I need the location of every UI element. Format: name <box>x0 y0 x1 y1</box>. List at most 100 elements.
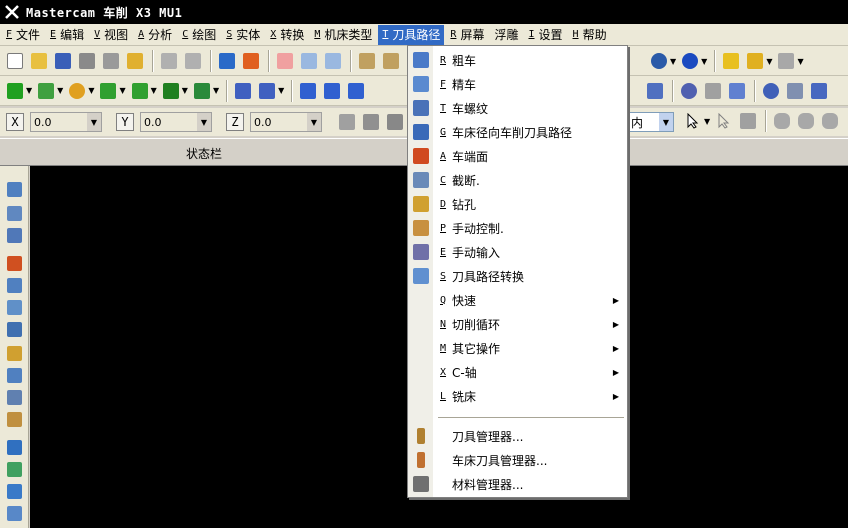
chevron-down-icon[interactable]: ▼ <box>87 113 101 131</box>
menu-item-rough[interactable]: R 粗车 <box>408 48 627 72</box>
dropdown-arrow-icon[interactable]: ▼ <box>278 86 284 95</box>
x-coordinate-field[interactable]: 0.0 ▼ <box>30 112 102 132</box>
break-button[interactable] <box>256 80 278 102</box>
create-rectangle-button[interactable] <box>97 80 119 102</box>
menu-item-lathe-tool-manager[interactable]: 车床刀具管理器... <box>408 448 627 472</box>
menu-item-c-axis[interactable]: X C-轴 ▶ <box>408 360 627 384</box>
zoom-window-button[interactable] <box>298 50 320 72</box>
xform-scale-button[interactable] <box>644 80 666 102</box>
dropdown-arrow-icon[interactable]: ▼ <box>57 86 63 95</box>
menu-item-mill[interactable]: L 铣床 ▶ <box>408 384 627 408</box>
x-axis-button[interactable]: X <box>6 113 24 131</box>
create-chamfer-button[interactable] <box>160 80 182 102</box>
menu-settings[interactable]: I 设置 <box>524 25 566 45</box>
dropdown-arrow-icon[interactable]: ▼ <box>701 57 707 66</box>
menu-item-quick[interactable]: Q 快速 ▶ <box>408 288 627 312</box>
attributes-button[interactable] <box>744 50 766 72</box>
select-body-button[interactable] <box>819 110 841 132</box>
lathe-drill-button[interactable] <box>5 344 23 362</box>
cut-button[interactable] <box>100 50 122 72</box>
dropdown-arrow-icon[interactable]: ▼ <box>704 117 710 126</box>
dropdown-arrow-icon[interactable]: ▼ <box>797 57 803 66</box>
wireframe-button[interactable] <box>648 50 670 72</box>
menu-item-thread[interactable]: T 车螺纹 <box>408 96 627 120</box>
menu-item-drill[interactable]: D 钻孔 <box>408 192 627 216</box>
shaded-button[interactable] <box>679 50 701 72</box>
y-axis-button[interactable]: Y <box>116 113 134 131</box>
measure-button[interactable] <box>720 50 742 72</box>
trim-button[interactable] <box>232 80 254 102</box>
menu-help[interactable]: H 帮助 <box>569 25 611 45</box>
menu-edit[interactable]: E 编辑 <box>46 25 88 45</box>
lathe-contour-button[interactable] <box>5 276 23 294</box>
menu-item-cutoff[interactable]: C 截断. <box>408 168 627 192</box>
lock-button[interactable] <box>360 111 382 133</box>
chevron-down-icon[interactable]: ▼ <box>659 113 673 131</box>
redo-button[interactable] <box>182 50 204 72</box>
menu-item-canned-cycles[interactable]: N 切削循环 ▶ <box>408 312 627 336</box>
lathe-finish-button[interactable] <box>5 204 23 222</box>
dropdown-arrow-icon[interactable]: ▼ <box>88 86 94 95</box>
dropdown-arrow-icon[interactable]: ▼ <box>213 86 219 95</box>
xform-translate-button[interactable] <box>297 80 319 102</box>
unzoom-button[interactable] <box>380 50 402 72</box>
dropdown-arrow-icon[interactable]: ▼ <box>26 86 32 95</box>
lathe-manual-button[interactable] <box>5 410 23 428</box>
menu-machine-type[interactable]: M 机床类型 <box>310 25 376 45</box>
solid-shell-button[interactable] <box>784 80 806 102</box>
post-button[interactable] <box>5 482 23 500</box>
misc-tool-button[interactable] <box>775 50 797 72</box>
open-file-button[interactable] <box>28 50 50 72</box>
menu-item-material-manager[interactable]: 材料管理器... <box>408 472 627 496</box>
fit-button[interactable] <box>274 50 296 72</box>
pan-button[interactable] <box>216 50 238 72</box>
menu-item-face[interactable]: A 车端面 <box>408 144 627 168</box>
xform-mirror-button[interactable] <box>321 80 343 102</box>
lathe-rough-button[interactable] <box>5 180 23 198</box>
autocursor-button[interactable] <box>384 111 406 133</box>
menu-item-manual-entry[interactable]: E 手动输入 <box>408 240 627 264</box>
lathe-face-button[interactable] <box>5 254 23 272</box>
z-axis-button[interactable]: Z <box>226 113 244 131</box>
select-solid-button[interactable] <box>737 110 759 132</box>
create-point-button[interactable] <box>4 80 26 102</box>
dropdown-arrow-icon[interactable]: ▼ <box>119 86 125 95</box>
chevron-down-icon[interactable]: ▼ <box>307 113 321 131</box>
menu-item-finish[interactable]: F 精车 <box>408 72 627 96</box>
zoom-in-button[interactable] <box>322 50 344 72</box>
dropdown-arrow-icon[interactable]: ▼ <box>182 86 188 95</box>
lathe-bore-button[interactable] <box>5 366 23 384</box>
menu-item-transform[interactable]: S 刀具路径转换 <box>408 264 627 288</box>
undo-button[interactable] <box>158 50 180 72</box>
paste-button[interactable] <box>124 50 146 72</box>
menu-item-tool-manager[interactable]: 刀具管理器... <box>408 424 627 448</box>
solid-revolve-button[interactable] <box>702 80 724 102</box>
lathe-thread-button[interactable] <box>5 226 23 244</box>
menu-view[interactable]: V 视图 <box>90 25 132 45</box>
create-solid-button[interactable] <box>191 80 213 102</box>
regen-button[interactable] <box>240 50 262 72</box>
dropdown-arrow-icon[interactable]: ▼ <box>151 86 157 95</box>
menu-file[interactable]: F 文件 <box>2 25 44 45</box>
menu-item-misc-ops[interactable]: M 其它操作 ▶ <box>408 336 627 360</box>
y-coordinate-field[interactable]: 0.0 ▼ <box>140 112 212 132</box>
fast-point-button[interactable] <box>336 111 358 133</box>
select-pointer-button[interactable] <box>682 110 704 132</box>
print-button[interactable] <box>76 50 98 72</box>
menu-analyze[interactable]: A 分析 <box>134 25 176 45</box>
xform-rotate-button[interactable] <box>345 80 367 102</box>
solid-sweep-button[interactable] <box>726 80 748 102</box>
solid-extrude-button[interactable] <box>678 80 700 102</box>
lathe-cutoff-button[interactable] <box>5 388 23 406</box>
menu-item-groove[interactable]: G 车床径向车削刀具路径 <box>408 120 627 144</box>
menu-art[interactable]: 浮雕 <box>490 25 522 45</box>
zoom-out-button[interactable] <box>356 50 378 72</box>
new-file-button[interactable] <box>4 50 26 72</box>
selection-mode-select[interactable]: 内 ▼ <box>628 112 674 132</box>
dropdown-arrow-icon[interactable]: ▼ <box>766 57 772 66</box>
dropdown-arrow-icon[interactable]: ▼ <box>670 57 676 66</box>
solid-boolean-button[interactable] <box>808 80 830 102</box>
create-circle-button[interactable] <box>66 80 88 102</box>
stock-button[interactable] <box>5 504 23 522</box>
lathe-profile-button[interactable] <box>5 298 23 316</box>
